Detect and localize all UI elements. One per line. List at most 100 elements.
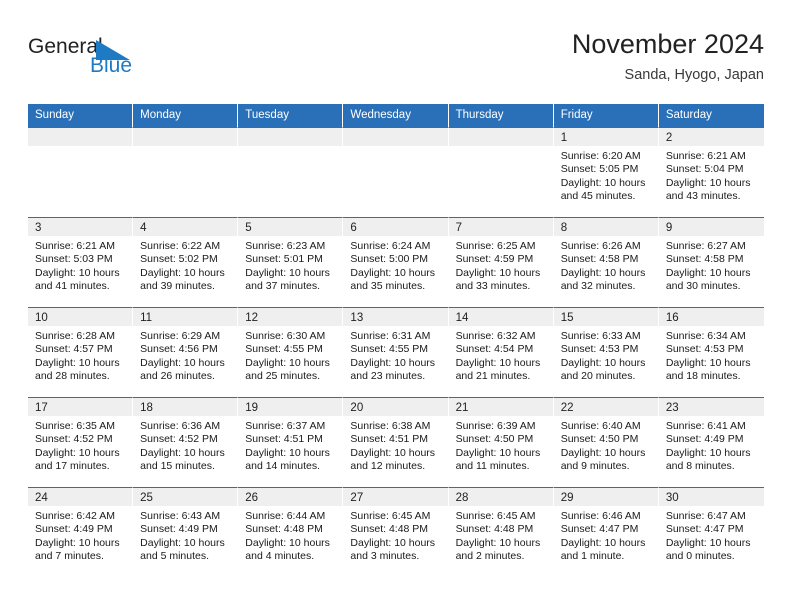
calendar-day-cell[interactable]: 22 Sunrise: 6:40 AM Sunset: 4:50 PM Dayligh…	[553, 397, 659, 487]
calendar-week-row: 1 Sunrise: 6:20 AM Sunset: 5:05 PM Daylight…	[28, 127, 764, 217]
page-subtitle: Sanda, Hyogo, Japan	[624, 67, 764, 83]
sunset-text: Sunset: 4:55 PM	[245, 343, 323, 356]
calendar-day-cell[interactable]: 8 Sunrise: 6:26 AM Sunset: 4:58 PM Daylight…	[553, 217, 659, 307]
weekday-header-wednesday: Wednesday	[343, 104, 449, 127]
sunrise-text: Sunrise: 6:40 AM	[560, 420, 641, 432]
sunrise-text: Sunrise: 6:42 AM	[35, 510, 115, 522]
calendar-day-cell[interactable]: 11 Sunrise: 6:29 AM Sunset: 4:56 PM Dayligh…	[133, 307, 239, 397]
general-blue-logo[interactable]: General Blue	[28, 36, 148, 82]
sunrise-text: Sunrise: 6:44 AM	[245, 510, 326, 522]
sunrise-text: Sunrise: 6:21 AM	[665, 150, 746, 162]
daylight-text: Daylight: 10 hours and 8 minutes.	[665, 446, 751, 473]
calendar-day-cell[interactable]: 2 Sunrise: 6:21 AM Sunset: 5:04 PM Daylight…	[658, 127, 764, 217]
calendar-day-cell[interactable]: 27 Sunrise: 6:45 AM Sunset: 4:48 PM Dayligh…	[343, 487, 449, 577]
calendar-day-cell[interactable]: 9 Sunrise: 6:27 AM Sunset: 4:58 PM Daylight…	[658, 217, 764, 307]
sunset-text: Sunset: 4:52 PM	[140, 433, 218, 446]
day-number: 10	[28, 308, 133, 326]
daylight-text: Daylight: 10 hours and 12 minutes.	[350, 446, 436, 473]
calendar-day-cell[interactable]: 30 Sunrise: 6:47 AM Sunset: 4:47 PM Dayligh…	[658, 487, 764, 577]
day-number: 26	[238, 488, 343, 506]
day-number: 4	[133, 218, 238, 236]
daylight-text: Daylight: 10 hours and 7 minutes.	[35, 536, 120, 563]
day-sun-info: Sunrise: 6:32 AM Sunset: 4:54 PM Daylight:…	[449, 326, 553, 384]
calendar-day-cell[interactable]: 10 Sunrise: 6:28 AM Sunset: 4:57 PM Dayligh…	[28, 307, 134, 397]
calendar-day-cell[interactable]: 6 Sunrise: 6:24 AM Sunset: 5:00 PM Daylight…	[343, 217, 449, 307]
day-number: 27	[343, 488, 448, 506]
weekday-header-tuesday: Tuesday	[238, 104, 344, 127]
day-sun-info: Sunrise: 6:24 AM Sunset: 5:00 PM Daylight:…	[343, 236, 447, 294]
sunrise-text: Sunrise: 6:45 AM	[350, 510, 431, 522]
calendar-day-cell[interactable]: 13 Sunrise: 6:31 AM Sunset: 4:55 PM Dayligh…	[343, 307, 449, 397]
day-number: 25	[133, 488, 238, 506]
day-number: 8	[553, 218, 658, 236]
day-sun-info: Sunrise: 6:41 AM Sunset: 4:49 PM Daylight:…	[659, 416, 764, 474]
day-number	[448, 128, 553, 146]
calendar-day-cell[interactable]: 25 Sunrise: 6:43 AM Sunset: 4:49 PM Dayligh…	[133, 487, 239, 577]
calendar-day-cell[interactable]: 18 Sunrise: 6:36 AM Sunset: 4:52 PM Dayligh…	[133, 397, 239, 487]
sunrise-text: Sunrise: 6:29 AM	[140, 330, 221, 342]
calendar-day-cell[interactable]: 12 Sunrise: 6:30 AM Sunset: 4:55 PM Dayligh…	[238, 307, 344, 397]
day-sun-info: Sunrise: 6:47 AM Sunset: 4:47 PM Daylight:…	[659, 506, 764, 564]
calendar-day-cell[interactable]: 20 Sunrise: 6:38 AM Sunset: 4:51 PM Dayligh…	[343, 397, 449, 487]
day-sun-info: Sunrise: 6:36 AM Sunset: 4:52 PM Daylight:…	[133, 416, 237, 474]
sunrise-text: Sunrise: 6:47 AM	[665, 510, 746, 522]
day-sun-info: Sunrise: 6:45 AM Sunset: 4:48 PM Daylight:…	[449, 506, 553, 564]
day-sun-info: Sunrise: 6:46 AM Sunset: 4:47 PM Daylight:…	[554, 506, 658, 564]
sunrise-text: Sunrise: 6:23 AM	[245, 240, 326, 252]
sunrise-text: Sunrise: 6:20 AM	[560, 150, 641, 162]
weekday-header-friday: Friday	[553, 104, 659, 127]
day-number: 18	[133, 398, 238, 416]
calendar-weeks: 1 Sunrise: 6:20 AM Sunset: 5:05 PM Daylight…	[28, 127, 764, 577]
day-number: 22	[553, 398, 658, 416]
calendar-day-cell[interactable]: 7 Sunrise: 6:25 AM Sunset: 4:59 PM Daylight…	[448, 217, 554, 307]
calendar-day-cell[interactable]: 21 Sunrise: 6:39 AM Sunset: 4:50 PM Dayligh…	[448, 397, 554, 487]
calendar-day-cell[interactable]: 24 Sunrise: 6:42 AM Sunset: 4:49 PM Dayligh…	[28, 487, 134, 577]
day-number: 6	[343, 218, 448, 236]
calendar-day-cell[interactable]: 29 Sunrise: 6:46 AM Sunset: 4:47 PM Dayligh…	[553, 487, 659, 577]
calendar-day-cell[interactable]: 23 Sunrise: 6:41 AM Sunset: 4:49 PM Dayligh…	[658, 397, 764, 487]
sunset-text: Sunset: 4:49 PM	[140, 523, 218, 536]
calendar-week-row: 24 Sunrise: 6:42 AM Sunset: 4:49 PM Dayligh…	[28, 487, 764, 577]
calendar-day-cell-empty	[343, 127, 449, 217]
day-number: 16	[658, 308, 764, 326]
sunrise-text: Sunrise: 6:24 AM	[350, 240, 431, 252]
calendar-day-cell[interactable]: 4 Sunrise: 6:22 AM Sunset: 5:02 PM Daylight…	[133, 217, 239, 307]
calendar-day-cell[interactable]: 5 Sunrise: 6:23 AM Sunset: 5:01 PM Daylight…	[238, 217, 344, 307]
daylight-text: Daylight: 10 hours and 14 minutes.	[245, 446, 330, 473]
calendar-day-cell[interactable]: 26 Sunrise: 6:44 AM Sunset: 4:48 PM Dayligh…	[238, 487, 344, 577]
sunrise-text: Sunrise: 6:27 AM	[665, 240, 746, 252]
calendar-day-cell[interactable]: 19 Sunrise: 6:37 AM Sunset: 4:51 PM Dayligh…	[238, 397, 344, 487]
daylight-text: Daylight: 10 hours and 41 minutes.	[35, 266, 120, 293]
day-sun-info: Sunrise: 6:21 AM Sunset: 5:04 PM Daylight:…	[659, 146, 764, 204]
day-number: 3	[28, 218, 133, 236]
calendar-day-cell[interactable]: 3 Sunrise: 6:21 AM Sunset: 5:03 PM Daylight…	[28, 217, 134, 307]
sunset-text: Sunset: 4:47 PM	[560, 523, 639, 536]
calendar-day-cell[interactable]: 17 Sunrise: 6:35 AM Sunset: 4:52 PM Dayligh…	[28, 397, 134, 487]
day-sun-info: Sunrise: 6:29 AM Sunset: 4:56 PM Daylight:…	[133, 326, 237, 384]
sunrise-text: Sunrise: 6:46 AM	[560, 510, 641, 522]
day-number: 12	[238, 308, 343, 326]
daylight-text: Daylight: 10 hours and 1 minute.	[560, 536, 646, 563]
daylight-text: Daylight: 10 hours and 30 minutes.	[665, 266, 751, 293]
sunset-text: Sunset: 5:01 PM	[245, 253, 323, 266]
calendar-day-cell[interactable]: 16 Sunrise: 6:34 AM Sunset: 4:53 PM Dayligh…	[658, 307, 764, 397]
calendar-day-cell[interactable]: 14 Sunrise: 6:32 AM Sunset: 4:54 PM Dayligh…	[448, 307, 554, 397]
daylight-text: Daylight: 10 hours and 26 minutes.	[140, 356, 225, 383]
calendar-day-cell[interactable]: 15 Sunrise: 6:33 AM Sunset: 4:53 PM Dayligh…	[553, 307, 659, 397]
day-number: 13	[343, 308, 448, 326]
calendar-day-cell[interactable]: 1 Sunrise: 6:20 AM Sunset: 5:05 PM Daylight…	[553, 127, 659, 217]
calendar-day-cell[interactable]: 28 Sunrise: 6:45 AM Sunset: 4:48 PM Dayligh…	[448, 487, 554, 577]
day-sun-info: Sunrise: 6:43 AM Sunset: 4:49 PM Daylight:…	[133, 506, 237, 564]
daylight-text: Daylight: 10 hours and 3 minutes.	[350, 536, 436, 563]
calendar-day-cell-empty	[28, 127, 134, 217]
sunset-text: Sunset: 4:54 PM	[455, 343, 534, 356]
day-sun-info: Sunrise: 6:42 AM Sunset: 4:49 PM Daylight:…	[28, 506, 132, 564]
daylight-text: Daylight: 10 hours and 37 minutes.	[245, 266, 330, 293]
day-number	[343, 128, 448, 146]
weekday-header-sunday: Sunday	[28, 104, 134, 127]
sunrise-text: Sunrise: 6:22 AM	[140, 240, 221, 252]
daylight-text: Daylight: 10 hours and 33 minutes.	[455, 266, 541, 293]
day-number: 5	[238, 218, 343, 236]
day-sun-info: Sunrise: 6:34 AM Sunset: 4:53 PM Daylight:…	[659, 326, 764, 384]
sunset-text: Sunset: 5:04 PM	[665, 163, 744, 176]
